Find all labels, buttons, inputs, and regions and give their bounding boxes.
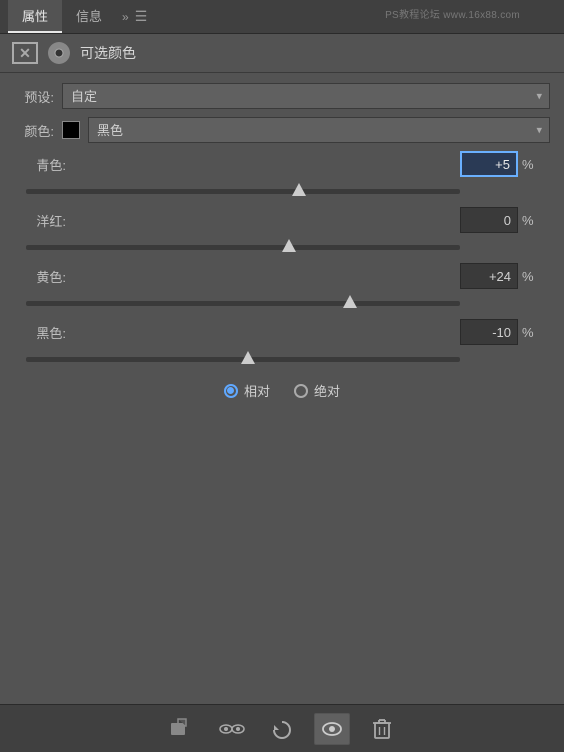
yellow-input[interactable] <box>460 263 518 289</box>
preset-row: 预设: 自定 ▾ <box>14 83 550 109</box>
yellow-track[interactable] <box>26 301 460 306</box>
radio-relative[interactable]: 相对 <box>224 381 270 400</box>
black-input[interactable] <box>460 319 518 345</box>
black-thumb-wrapper <box>241 351 255 364</box>
menu-icon[interactable]: ☰ <box>135 8 148 25</box>
magenta-input-row: 洋红: % <box>26 207 538 233</box>
yellow-thumb[interactable] <box>343 295 357 308</box>
magenta-slider-group: 洋红: % <box>14 207 550 253</box>
yellow-slider-track-row <box>26 289 538 309</box>
eye-button[interactable] <box>314 713 350 745</box>
visibility-button[interactable] <box>214 713 250 745</box>
yellow-unit: % <box>522 269 538 284</box>
yellow-slider-group: 黄色: % <box>14 263 550 309</box>
clip-button[interactable] <box>164 713 200 745</box>
tab-controls: » ☰ <box>116 8 147 25</box>
cyan-input-row: 青色: % <box>26 151 538 177</box>
watermark: PS教程论坛 www.16x88.com <box>385 6 520 21</box>
cyan-slider-group: 青色: % <box>14 151 550 197</box>
radio-absolute-circle <box>294 384 308 398</box>
tab-properties[interactable]: 属性 <box>8 0 62 33</box>
eye-pair-icon <box>218 718 246 740</box>
trash-icon <box>371 717 393 741</box>
delete-button[interactable] <box>364 713 400 745</box>
history-icon <box>270 718 294 740</box>
cyan-unit: % <box>522 157 538 172</box>
panel-title: 可选颜色 <box>80 43 136 63</box>
bottom-toolbar <box>0 704 564 752</box>
preset-select-wrapper: 自定 ▾ <box>62 83 550 109</box>
color-label: 颜色: <box>14 121 54 140</box>
cyan-thumb[interactable] <box>292 183 306 196</box>
panel-main: 预设: 自定 ▾ 颜色: 黑色 ▾ 青色: <box>0 73 564 480</box>
magenta-thumb[interactable] <box>282 239 296 252</box>
panel-header: ✕ 可选颜色 <box>0 34 564 73</box>
magenta-track[interactable] <box>26 245 460 250</box>
yellow-label: 黄色: <box>26 267 66 286</box>
magenta-thumb-wrapper <box>282 239 296 252</box>
tab-bar: 属性 信息 » ☰ PS教程论坛 www.16x88.com <box>0 0 564 34</box>
adjustment-circle-icon <box>48 42 70 64</box>
magenta-slider-track-row <box>26 233 538 253</box>
cyan-input[interactable] <box>460 151 518 177</box>
preset-label: 预设: <box>14 87 54 106</box>
eye-icon <box>320 718 344 740</box>
black-thumb[interactable] <box>241 351 255 364</box>
magenta-label: 洋红: <box>26 211 66 230</box>
radio-absolute-label: 绝对 <box>314 381 340 400</box>
color-swatch[interactable] <box>62 121 80 139</box>
expand-icon[interactable]: » <box>122 10 129 24</box>
clip-icon <box>170 718 194 740</box>
adjustment-x-icon: ✕ <box>12 42 38 64</box>
yellow-thumb-wrapper <box>343 295 357 308</box>
cyan-thumb-wrapper <box>292 183 306 196</box>
black-input-row: 黑色: % <box>26 319 538 345</box>
cyan-slider-track-row <box>26 177 538 197</box>
yellow-input-row: 黄色: % <box>26 263 538 289</box>
magenta-unit: % <box>522 213 538 228</box>
black-slider-group: 黑色: % <box>14 319 550 365</box>
radio-relative-label: 相对 <box>244 381 270 400</box>
preset-select[interactable]: 自定 <box>62 83 550 109</box>
black-slider-track-row <box>26 345 538 365</box>
history-button[interactable] <box>264 713 300 745</box>
color-select-wrapper: 黑色 ▾ <box>88 117 550 143</box>
content-area: 预设: 自定 ▾ 颜色: 黑色 ▾ 青色: <box>0 73 564 420</box>
tab-info[interactable]: 信息 <box>62 0 116 33</box>
black-unit: % <box>522 325 538 340</box>
color-row: 颜色: 黑色 ▾ <box>14 117 550 143</box>
magenta-input[interactable] <box>460 207 518 233</box>
radio-absolute[interactable]: 绝对 <box>294 381 340 400</box>
color-select[interactable]: 黑色 <box>88 117 550 143</box>
method-radio-group: 相对 绝对 <box>14 381 550 400</box>
black-label: 黑色: <box>26 323 66 342</box>
radio-relative-circle <box>224 384 238 398</box>
cyan-label: 青色: <box>26 155 66 174</box>
cyan-track[interactable] <box>26 189 460 194</box>
